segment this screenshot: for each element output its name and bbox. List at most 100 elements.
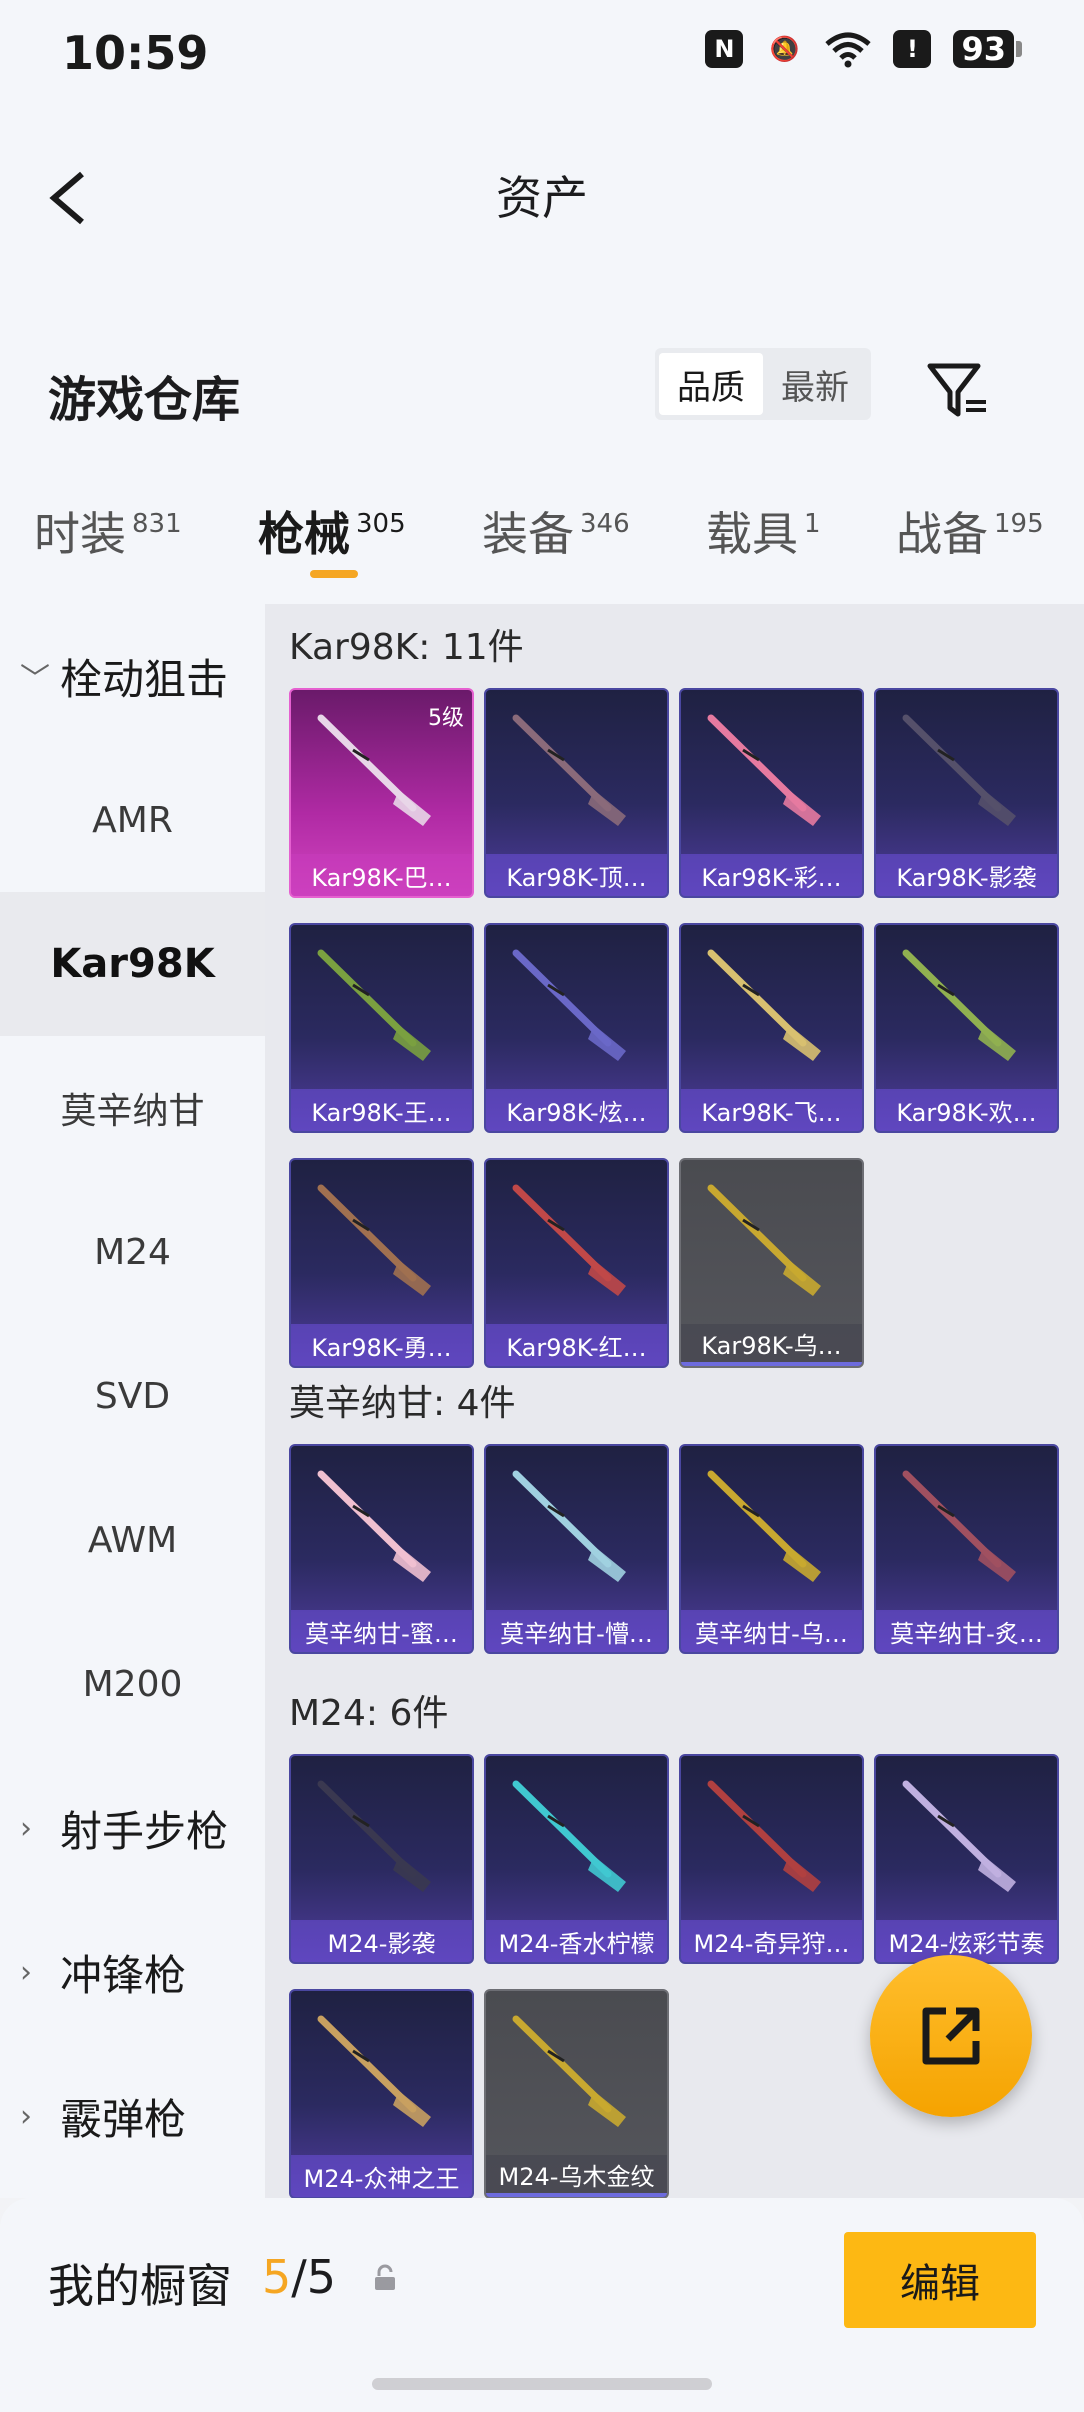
rifle-icon [317, 949, 431, 1061]
weapon-name: Kar98K-乌… [681, 1324, 862, 1366]
sidebar-group-bolt-action[interactable]: ﹀ 栓动狙击 [20, 604, 228, 748]
weapon-name: 莫辛纳甘-乌… [681, 1610, 862, 1652]
rifle-icon [707, 1470, 821, 1582]
rifle-icon [902, 1470, 1016, 1582]
weapon-card[interactable]: Kar98K-影袭 [874, 688, 1059, 898]
weapon-name: Kar98K-王… [291, 1089, 472, 1131]
tab-vehicles[interactable]: 载具 1 [706, 498, 821, 564]
status-time: 10:59 [62, 26, 209, 80]
weapon-name: M24-众神之王 [291, 2155, 472, 2197]
weapon-name: Kar98K-彩… [681, 854, 862, 896]
sidebar-item-m24[interactable]: M24 [0, 1180, 265, 1324]
warehouse-header: 游戏仓库 品质 最新 [0, 280, 1084, 460]
sidebar-item-amr[interactable]: AMR [0, 748, 265, 892]
weapon-name: 莫辛纳甘-炙… [876, 1610, 1057, 1652]
mute-icon: 🔕 [769, 35, 800, 63]
chevron-right-icon: › [20, 2098, 32, 2134]
wifi-icon [825, 32, 872, 68]
tab-supplies[interactable]: 战备 195 [896, 498, 1044, 564]
showcase-bar: 我的橱窗 5/5 编辑 [0, 2198, 1084, 2412]
weapon-card[interactable]: Kar98K-彩… [679, 688, 864, 898]
nav-bar: 资产 [0, 110, 1084, 280]
sort-quality-button[interactable]: 品质 [659, 353, 763, 415]
weapon-name: M24-乌木金纹 [486, 2155, 667, 2197]
showcase-count: 5/5 [262, 2250, 337, 2304]
category-tabs: 时装 831 枪械 305 装备 346 载具 1 战备 195 [0, 460, 1084, 604]
rifle-icon [512, 2015, 626, 2127]
rifle-icon [317, 1184, 431, 1296]
chevron-right-icon: › [20, 1810, 32, 1846]
weapon-card[interactable]: M24-香水柠檬 [484, 1754, 669, 1964]
nfc-icon: N [705, 30, 744, 68]
weapon-card[interactable]: 莫辛纳甘-懵… [484, 1444, 669, 1654]
battery-icon: 93 [953, 30, 1022, 68]
page-title: 资产 [496, 171, 588, 225]
weapon-name: Kar98K-巴… [291, 854, 472, 896]
alert-icon: ! [893, 30, 932, 68]
status-bar: 10:59 N 🔕 ! 93 [0, 0, 1084, 110]
sidebar-item-kar98k[interactable]: Kar98K [0, 892, 265, 1036]
weapon-card[interactable]: Kar98K-炫… [484, 923, 669, 1133]
weapon-card[interactable]: M24-众神之王 [289, 1989, 474, 2198]
weapon-name: M24-奇异狩… [681, 1920, 862, 1962]
weapon-card[interactable]: Kar98K-欢… [874, 923, 1059, 1133]
section-title: 莫辛纳甘: 4件 [289, 1383, 516, 1424]
lock-icon [375, 2264, 395, 2290]
weapon-card[interactable]: M24-奇异狩… [679, 1754, 864, 1964]
weapon-card[interactable]: Kar98K-顶… [484, 688, 669, 898]
weapon-card[interactable]: 莫辛纳甘-乌… [679, 1444, 864, 1654]
sidebar-item-mosin[interactable]: 莫辛纳甘 [0, 1036, 265, 1180]
weapon-card[interactable]: M24-乌木金纹 [484, 1989, 669, 2198]
weapon-card[interactable]: 莫辛纳甘-炙… [874, 1444, 1059, 1654]
section-title: M24: 6件 [289, 1693, 449, 1734]
rifle-icon [512, 1470, 626, 1582]
sidebar-group-dmr[interactable]: › 射手步枪 [20, 1756, 228, 1900]
weapon-card[interactable]: 5级 Kar98K-巴… [289, 688, 474, 898]
sidebar-group-shotgun[interactable]: › 霰弹枪 [20, 2044, 186, 2188]
sidebar-item-svd[interactable]: SVD [0, 1324, 265, 1468]
rifle-icon [902, 714, 1016, 826]
chevron-right-icon: › [20, 1954, 32, 1990]
tab-guns[interactable]: 枪械 305 [258, 498, 406, 564]
battery-level: 93 [953, 30, 1014, 68]
rifle-icon [512, 1184, 626, 1296]
weapon-name: Kar98K-勇… [291, 1324, 472, 1366]
warehouse-title: 游戏仓库 [48, 372, 241, 428]
weapon-card[interactable]: Kar98K-乌… [679, 1158, 864, 1368]
sidebar-group-smg[interactable]: › 冲锋枪 [20, 1900, 186, 2044]
rifle-icon [707, 949, 821, 1061]
chevron-down-icon: ﹀ [20, 662, 50, 697]
rifle-icon [512, 1780, 626, 1892]
filter-icon[interactable] [926, 360, 990, 420]
sidebar-item-awm[interactable]: AWM [0, 1468, 265, 1612]
tab-equipment[interactable]: 装备 346 [482, 498, 630, 564]
rifle-icon [317, 1780, 431, 1892]
weapon-name: Kar98K-红… [486, 1324, 667, 1366]
weapon-name: Kar98K-欢… [876, 1089, 1057, 1131]
weapon-card[interactable]: Kar98K-飞… [679, 923, 864, 1133]
weapon-name: 莫辛纳甘-懵… [486, 1610, 667, 1652]
weapon-name: Kar98K-顶… [486, 854, 667, 896]
rifle-icon [707, 714, 821, 826]
section-title: Kar98K: 11件 [289, 627, 524, 668]
sort-newest-button[interactable]: 最新 [763, 353, 867, 415]
level-badge: 5级 [428, 706, 464, 731]
rifle-icon [317, 2015, 431, 2127]
weapon-card[interactable]: M24-炫彩节奏 [874, 1754, 1059, 1964]
share-button[interactable] [870, 1955, 1032, 2117]
sidebar-item-m200[interactable]: M200 [0, 1612, 265, 1756]
weapon-name: M24-影袭 [291, 1920, 472, 1962]
weapon-card[interactable]: Kar98K-红… [484, 1158, 669, 1368]
showcase-title: 我的橱窗 [48, 2259, 232, 2313]
weapon-sidebar: ﹀ 栓动狙击 AMR Kar98K 莫辛纳甘 M24 SVD AWM M200 … [0, 604, 265, 2198]
home-indicator [372, 2378, 712, 2390]
weapon-card[interactable]: Kar98K-勇… [289, 1158, 474, 1368]
weapon-name: Kar98K-影袭 [876, 854, 1057, 896]
weapon-card[interactable]: M24-影袭 [289, 1754, 474, 1964]
tab-fashion[interactable]: 时装 831 [34, 498, 182, 564]
edit-button[interactable]: 编辑 [844, 2232, 1036, 2328]
weapon-card[interactable]: 莫辛纳甘-蜜… [289, 1444, 474, 1654]
weapon-card[interactable]: Kar98K-王… [289, 923, 474, 1133]
external-link-icon [922, 2007, 980, 2065]
active-tab-indicator [310, 570, 358, 578]
